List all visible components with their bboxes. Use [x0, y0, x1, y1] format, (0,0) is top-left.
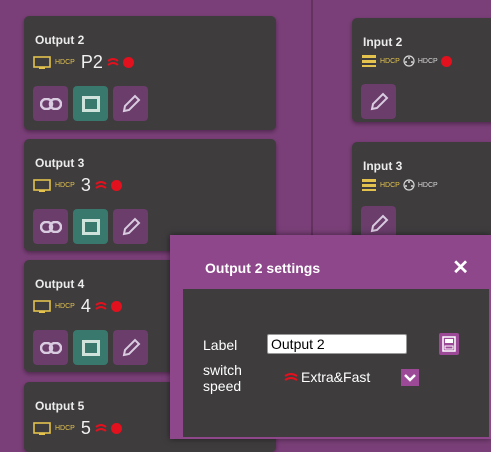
output-number: 4 — [80, 296, 91, 316]
link-button[interactable] — [33, 330, 68, 365]
input-card-2[interactable]: Input 2 HDCP HDCP — [352, 18, 491, 122]
switch-speed-label: switch speed — [203, 362, 242, 394]
output-status: HDCP P2 — [33, 52, 134, 73]
video-button[interactable] — [73, 86, 108, 121]
input-status: HDCP HDCP — [361, 54, 452, 68]
output-status: HDCP 3 — [33, 175, 122, 196]
output-status: HDCP 5 — [33, 418, 122, 439]
film-reel-icon — [403, 55, 415, 67]
link-icon — [39, 97, 62, 110]
dialog-body: Label switch speed Extra&Fast — [183, 289, 489, 437]
status-dot — [122, 57, 134, 68]
output-number: 5 — [80, 418, 91, 438]
dialog-title: Output 2 settings — [205, 260, 321, 276]
monitor-icon — [33, 421, 51, 435]
film-icon — [81, 218, 100, 235]
status-dot — [110, 180, 122, 191]
hdcp-label: HDCP — [380, 57, 400, 65]
pencil-icon — [370, 92, 388, 110]
output-number: 3 — [80, 175, 91, 195]
hdmi-port-icon — [362, 55, 376, 67]
status-dot — [440, 55, 452, 67]
hdcp-label: HDCP — [55, 59, 75, 66]
hdcp-label: HDCP — [55, 303, 75, 310]
floppy-disk-icon — [442, 336, 456, 352]
monitor-icon — [33, 55, 51, 69]
output-title: Output 4 — [35, 277, 85, 291]
pencil-icon — [122, 217, 140, 235]
label-field-label: Label — [203, 337, 238, 353]
input-title: Input 2 — [363, 35, 403, 49]
link-button[interactable] — [33, 86, 68, 121]
hdcp-label: HDCP — [55, 425, 75, 432]
input-title: Input 3 — [363, 159, 403, 173]
output-settings-dialog: Output 2 settings ✕ Label switch speed E… — [170, 235, 491, 439]
output-card-2[interactable]: Output 2 HDCP P2 — [24, 16, 276, 130]
hdcp-label-2: HDCP — [417, 57, 438, 65]
edit-button[interactable] — [361, 84, 396, 119]
pencil-icon — [122, 338, 140, 356]
switch-speed-value: Extra&Fast — [301, 369, 371, 385]
pencil-icon — [370, 214, 388, 232]
signal-icon — [284, 373, 298, 381]
pencil-icon — [122, 94, 140, 112]
hdcp-label-2: HDCP — [417, 181, 438, 189]
video-button[interactable] — [73, 330, 108, 365]
signal-icon — [95, 423, 107, 432]
close-icon[interactable]: ✕ — [452, 255, 469, 280]
input-card-3[interactable]: Input 3 HDCP HDCP — [352, 142, 491, 242]
input-status: HDCP HDCP — [361, 178, 438, 192]
status-dot — [110, 301, 122, 312]
output-status: HDCP 4 — [33, 296, 122, 317]
signal-icon — [107, 57, 119, 66]
status-dot — [110, 423, 122, 434]
signal-icon — [95, 180, 107, 189]
speed-dropdown-button[interactable] — [401, 369, 419, 386]
output-title: Output 2 — [35, 33, 85, 47]
signal-icon — [95, 301, 107, 310]
edit-button[interactable] — [113, 86, 148, 121]
label-input[interactable] — [267, 334, 407, 354]
hdcp-label: HDCP — [55, 182, 75, 189]
link-icon — [39, 341, 62, 354]
film-reel-icon — [403, 179, 415, 191]
hdcp-label: HDCP — [380, 181, 400, 189]
output-number: P2 — [80, 52, 103, 72]
monitor-icon — [33, 178, 51, 192]
link-icon — [39, 220, 62, 233]
film-icon — [81, 339, 100, 356]
chevron-down-icon — [404, 373, 416, 382]
film-icon — [81, 95, 100, 112]
edit-button[interactable] — [113, 330, 148, 365]
hdmi-port-icon — [362, 179, 376, 191]
monitor-icon — [33, 299, 51, 313]
video-button[interactable] — [73, 209, 108, 244]
output-title: Output 3 — [35, 156, 85, 170]
edit-button[interactable] — [113, 209, 148, 244]
save-button[interactable] — [439, 333, 459, 355]
link-button[interactable] — [33, 209, 68, 244]
output-title: Output 5 — [35, 399, 85, 413]
